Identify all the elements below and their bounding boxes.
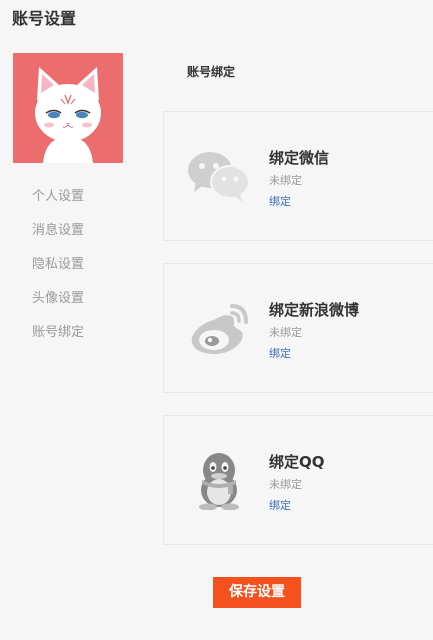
- save-button[interactable]: 保存设置: [213, 577, 301, 608]
- qq-icon: [186, 450, 252, 511]
- binding-card-qq: 绑定QQ 未绑定 绑定: [163, 415, 433, 545]
- sidebar-item-messages[interactable]: 消息设置: [32, 220, 84, 254]
- binding-name: 绑定QQ: [269, 453, 325, 471]
- section-title: 账号绑定: [187, 65, 236, 79]
- binding-card-weibo: 绑定新浪微博 未绑定 绑定: [163, 263, 433, 393]
- cat-avatar-image: [13, 53, 123, 163]
- sidebar-item-privacy[interactable]: 隐私设置: [32, 254, 84, 288]
- wechat-icon: [186, 146, 252, 206]
- binding-status: 未绑定: [269, 174, 302, 187]
- sidebar-item-account-binding[interactable]: 账号绑定: [32, 322, 84, 356]
- bind-weibo-link[interactable]: 绑定: [269, 346, 291, 362]
- binding-status: 未绑定: [269, 478, 302, 491]
- binding-name: 绑定新浪微博: [269, 301, 360, 319]
- bind-wechat-link[interactable]: 绑定: [269, 194, 291, 210]
- bind-qq-link[interactable]: 绑定: [269, 498, 291, 514]
- sidebar-item-avatar[interactable]: 头像设置: [32, 288, 84, 322]
- sidebar-menu: 个人设置 消息设置 隐私设置 头像设置 账号绑定: [32, 186, 84, 356]
- binding-card-wechat: 绑定微信 未绑定 绑定: [163, 111, 433, 241]
- page-title: 账号设置: [12, 9, 77, 28]
- avatar[interactable]: [13, 53, 123, 163]
- binding-status: 未绑定: [269, 326, 302, 339]
- weibo-icon: [186, 298, 252, 358]
- sidebar-item-personal[interactable]: 个人设置: [32, 186, 84, 220]
- binding-name: 绑定微信: [269, 149, 330, 167]
